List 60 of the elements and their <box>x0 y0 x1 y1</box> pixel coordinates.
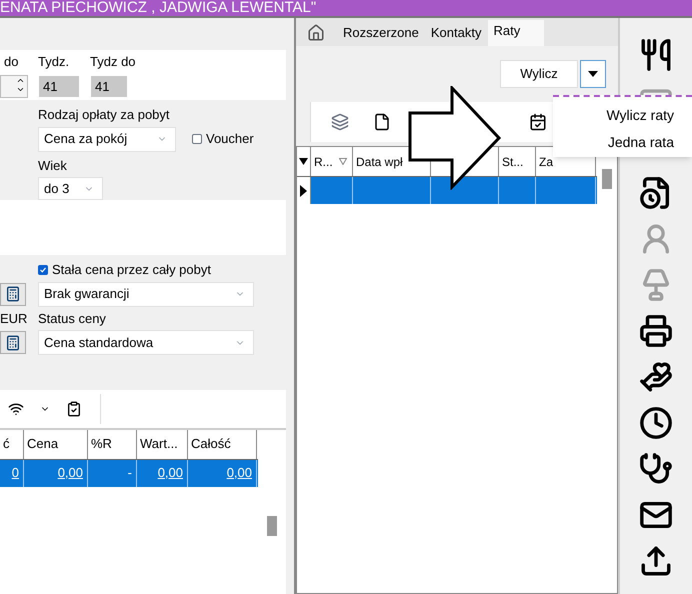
checkbox-label: Stała cena przez cały pobyt <box>52 261 211 279</box>
column-header[interactable]: R... <box>314 148 333 176</box>
wifi-icon[interactable] <box>8 401 24 417</box>
column-header[interactable]: Wart... <box>137 430 188 459</box>
checkbox[interactable] <box>192 134 202 144</box>
field-label: Status ceny <box>38 310 106 328</box>
dropdown[interactable]: Cena standardowa <box>38 330 254 355</box>
field-label: Tydz do <box>90 53 136 71</box>
tab[interactable]: Raty <box>488 20 544 46</box>
dropdown[interactable]: Brak gwarancji <box>38 282 254 306</box>
menu-item[interactable]: Wylicz raty <box>606 105 674 126</box>
calculator-icon <box>5 286 21 302</box>
dropdown-button[interactable] <box>580 60 606 88</box>
table-row[interactable] <box>297 177 597 204</box>
dropdown[interactable]: do 3 <box>38 177 103 200</box>
calculator-button[interactable] <box>0 331 26 354</box>
caret-icon <box>588 71 598 77</box>
clipboard-icon[interactable] <box>66 401 82 417</box>
column-header[interactable]: %R <box>88 430 137 459</box>
utensils-icon <box>639 38 673 72</box>
column-header[interactable]: ć <box>0 430 24 459</box>
calendar-icon[interactable] <box>529 113 547 131</box>
column-header[interactable]: Cena <box>24 430 88 459</box>
column-header[interactable]: Data wpł <box>356 148 403 176</box>
column-header[interactable]: St... <box>502 148 524 176</box>
menu-item[interactable]: Jedna rata <box>608 132 674 153</box>
table-cell: 0 <box>12 465 19 480</box>
table-cell: 0,00 <box>158 465 183 480</box>
week-field[interactable]: 41 <box>90 74 128 98</box>
caret-icon[interactable] <box>299 158 308 165</box>
home-icon <box>307 24 325 42</box>
field-label: Wiek <box>38 156 68 174</box>
sort-icon <box>338 158 347 165</box>
table-cell: 0,00 <box>58 465 83 480</box>
column-header[interactable]: Za <box>539 148 554 176</box>
table-row[interactable]: 0 0,00 - 0,00 0,00 <box>0 460 258 487</box>
row-pointer-icon <box>300 184 307 196</box>
calculator-button[interactable] <box>0 282 26 306</box>
field-label: Rodzaj opłaty za pobyt <box>38 106 171 124</box>
hand-icon <box>639 360 673 394</box>
column-header[interactable]: Całość <box>188 430 257 459</box>
field-label: Tydz. <box>38 53 70 71</box>
dropdown[interactable]: Cena za pokój <box>38 126 176 152</box>
document-icon[interactable] <box>373 113 391 131</box>
table-cell: 0,00 <box>226 465 252 480</box>
window-title: ENATA PIECHOWICZ , JADWIGA LEWENTAL" <box>0 0 316 16</box>
field-label: do <box>3 53 20 71</box>
upload-icon <box>639 544 673 578</box>
checkbox-label: Voucher <box>206 130 254 148</box>
week-field[interactable]: 41 <box>38 74 80 98</box>
printer-icon <box>639 314 673 348</box>
calculate-button[interactable]: Wylicz <box>500 60 578 88</box>
scrollbar-thumb[interactable] <box>267 516 277 536</box>
scrollbar-thumb[interactable] <box>602 169 612 189</box>
currency-label: EUR <box>0 310 28 328</box>
table-cell: - <box>128 465 132 480</box>
calculator-icon <box>5 334 21 350</box>
clock-icon <box>639 406 673 440</box>
checkbox[interactable] <box>38 264 48 275</box>
stack-icon[interactable] <box>331 113 349 131</box>
